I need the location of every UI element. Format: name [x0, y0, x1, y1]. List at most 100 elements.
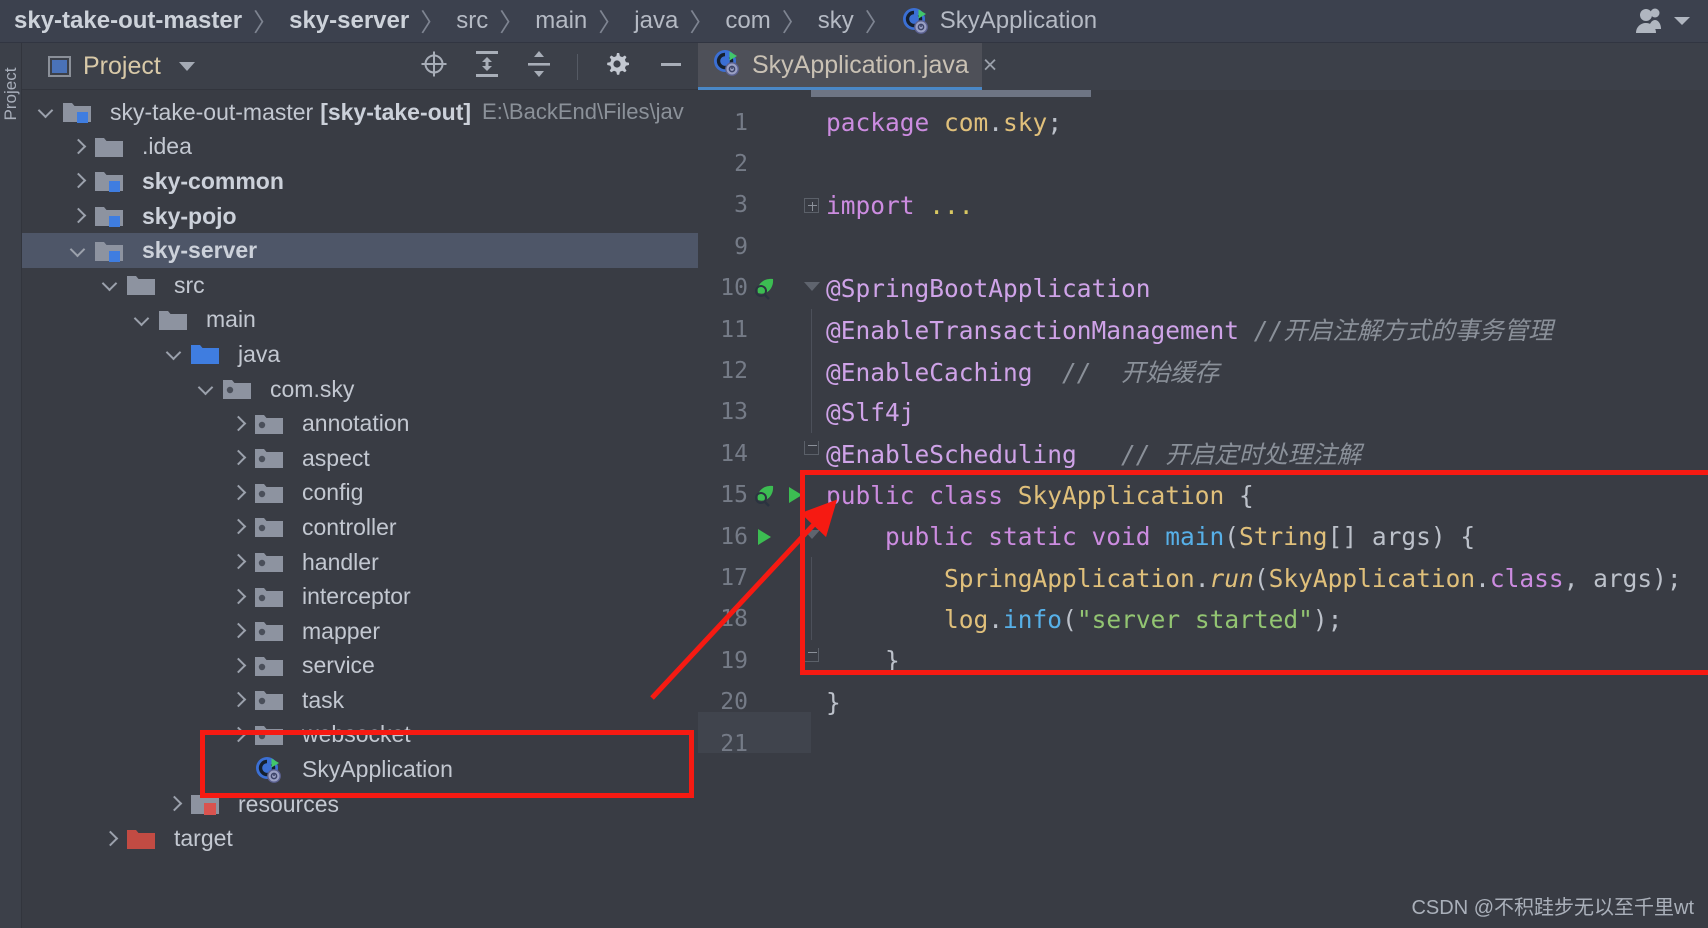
tree-item-src[interactable]: src — [22, 268, 698, 303]
hide-panel-icon[interactable] — [656, 49, 686, 84]
package-icon — [254, 480, 293, 506]
tree-item-annotation[interactable]: annotation — [22, 406, 698, 441]
tree-item-service[interactable]: service — [22, 649, 698, 684]
tree-item-resources[interactable]: resources — [22, 787, 698, 822]
code-token: // 开始缓存 — [1062, 357, 1220, 387]
tree-item-label: interceptor — [302, 583, 411, 610]
chevron-right-icon[interactable] — [68, 137, 88, 157]
breadcrumb-item-sky-take-out-master[interactable]: sky-take-out-master — [14, 7, 242, 35]
breadcrumb-item-sky-server[interactable]: sky-server — [289, 7, 409, 35]
chevron-right-icon[interactable] — [228, 587, 248, 607]
chevron-right-icon[interactable] — [228, 690, 248, 710]
tree-item-sky-server[interactable]: sky-server — [22, 233, 698, 268]
tree-item-sky-take-out-master[interactable]: sky-take-out-master [sky-take-out] E:\Back… — [22, 95, 698, 130]
tree-item-main[interactable]: main — [22, 303, 698, 338]
tree-item-websocket[interactable]: websocket — [22, 718, 698, 753]
tree-item-task[interactable]: task — [22, 683, 698, 718]
tree-item-label: java — [238, 340, 281, 367]
tree-item-java[interactable]: java — [22, 337, 698, 372]
code-editor[interactable]: 1 package com.sky; 2 3 import ... 9 10 @SpringB… — [698, 90, 1708, 928]
tree-item-com.sky[interactable]: com.sky — [22, 372, 698, 407]
chevron-right-icon[interactable] — [100, 829, 120, 849]
breadcrumb-item-sky[interactable]: sky — [818, 7, 854, 35]
fold-expand-icon[interactable] — [804, 197, 819, 213]
code-token: public class — [826, 480, 1018, 510]
code-text: @EnableCaching // 开始缓存 — [826, 354, 1219, 389]
tree-item-handler[interactable]: handler — [22, 545, 698, 580]
run-icon[interactable] — [783, 483, 807, 507]
breadcrumb-item-java[interactable]: java — [634, 7, 678, 35]
code-token: import — [826, 190, 930, 220]
collapse-all-icon[interactable] — [525, 49, 553, 84]
chevron-down-icon[interactable] — [132, 310, 152, 330]
chevron-down-icon[interactable] — [164, 344, 184, 364]
tree-item-config[interactable]: config — [22, 476, 698, 511]
fold-region-end-icon[interactable] — [804, 648, 819, 663]
breadcrumb-item-label: sky — [817, 7, 854, 34]
chevron-right-icon[interactable] — [228, 448, 248, 468]
chevron-right-icon[interactable] — [228, 552, 248, 572]
line-number: 20 — [720, 689, 748, 716]
people-icon[interactable] — [1633, 7, 1667, 35]
tree-item-label: mapper — [302, 617, 380, 644]
chevron-right-icon[interactable] — [68, 206, 88, 226]
intellij-idea-window: sky-take-out-master 〉 sky-server 〉 src 〉 main 〉… — [0, 0, 1708, 928]
chevron-right-icon[interactable] — [228, 725, 248, 745]
project-panel-toolbar: Project — [22, 43, 698, 90]
fold-collapse-icon[interactable] — [804, 281, 820, 291]
breadcrumb-separator: 〉 — [253, 9, 279, 37]
chevron-right-icon[interactable] — [228, 414, 248, 434]
tree-item-target[interactable]: target — [22, 821, 698, 856]
tree-item-aspect[interactable]: aspect — [22, 441, 698, 476]
chevron-down-icon[interactable] — [196, 379, 216, 399]
tree-item-interceptor[interactable]: interceptor — [22, 579, 698, 614]
breadcrumb-separator: 〉 — [689, 9, 715, 37]
chevron-down-icon[interactable] — [1674, 17, 1690, 25]
breadcrumb-item-label: SkyApplication — [939, 7, 1098, 34]
settings-gear-icon[interactable] — [602, 49, 632, 84]
tree-item-mapper[interactable]: mapper — [22, 614, 698, 649]
fold-collapse-icon[interactable] — [804, 530, 820, 539]
fold-region-end-icon[interactable] — [804, 441, 819, 456]
tree-item-label: sky-pojo — [142, 202, 237, 229]
tree-item-controller[interactable]: controller — [22, 510, 698, 545]
chevron-right-icon[interactable] — [68, 171, 88, 191]
chevron-right-icon[interactable] — [228, 483, 248, 503]
breadcrumb-item-main[interactable]: main — [535, 7, 587, 35]
code-text: @EnableScheduling // 开启定时处理注解 — [826, 436, 1361, 471]
chevron-right-icon[interactable] — [164, 794, 184, 814]
code-token: //开启注解方式的事务管理 — [1253, 316, 1553, 346]
tree-item-label: main — [206, 306, 256, 333]
chevron-right-icon[interactable] — [228, 656, 248, 676]
project-toolbar-actions — [419, 43, 686, 90]
project-tree: sky-take-out-master [sky-take-out] E:\Back… — [22, 90, 698, 928]
tree-item-sky-common[interactable]: sky-common — [22, 164, 698, 199]
tree-item-.idea[interactable]: .idea — [22, 130, 698, 165]
chevron-down-icon[interactable] — [178, 61, 195, 71]
breadcrumb-item-com[interactable]: com — [725, 7, 770, 35]
tool-window-button-project[interactable]: Project — [0, 59, 22, 129]
close-icon[interactable]: × — [983, 52, 998, 78]
run-icon[interactable] — [752, 525, 776, 549]
project-view-selector[interactable]: Project — [48, 52, 195, 81]
code-token: sky — [1003, 108, 1048, 138]
editor-tab-skyapplication[interactable]: SkyApplication.java × — [698, 43, 997, 90]
editor-tab-title: SkyApplication.java — [752, 50, 969, 79]
chevron-down-icon[interactable] — [68, 241, 88, 261]
select-opened-file-icon[interactable] — [419, 49, 449, 84]
tree-item-sky-pojo[interactable]: sky-pojo — [22, 199, 698, 234]
breadcrumb-item-src[interactable]: src — [456, 7, 488, 35]
chevron-right-icon[interactable] — [228, 517, 248, 537]
breadcrumb-item-skyapplication[interactable]: SkyApplication — [901, 6, 1097, 36]
chevron-right-icon[interactable] — [228, 621, 248, 641]
spring-bean-icon[interactable] — [752, 275, 778, 301]
spring-bean-icon[interactable] — [752, 482, 778, 508]
code-token: } — [826, 646, 900, 676]
chevron-down-icon[interactable] — [36, 102, 56, 122]
chevron-down-icon[interactable] — [100, 275, 120, 295]
code-token: ( — [1224, 522, 1240, 552]
expand-all-icon[interactable] — [473, 49, 501, 84]
tree-item-skyapplication[interactable]: SkyApplication — [22, 752, 698, 787]
fold-region-line — [811, 391, 812, 434]
toolbar-separator — [577, 53, 578, 80]
